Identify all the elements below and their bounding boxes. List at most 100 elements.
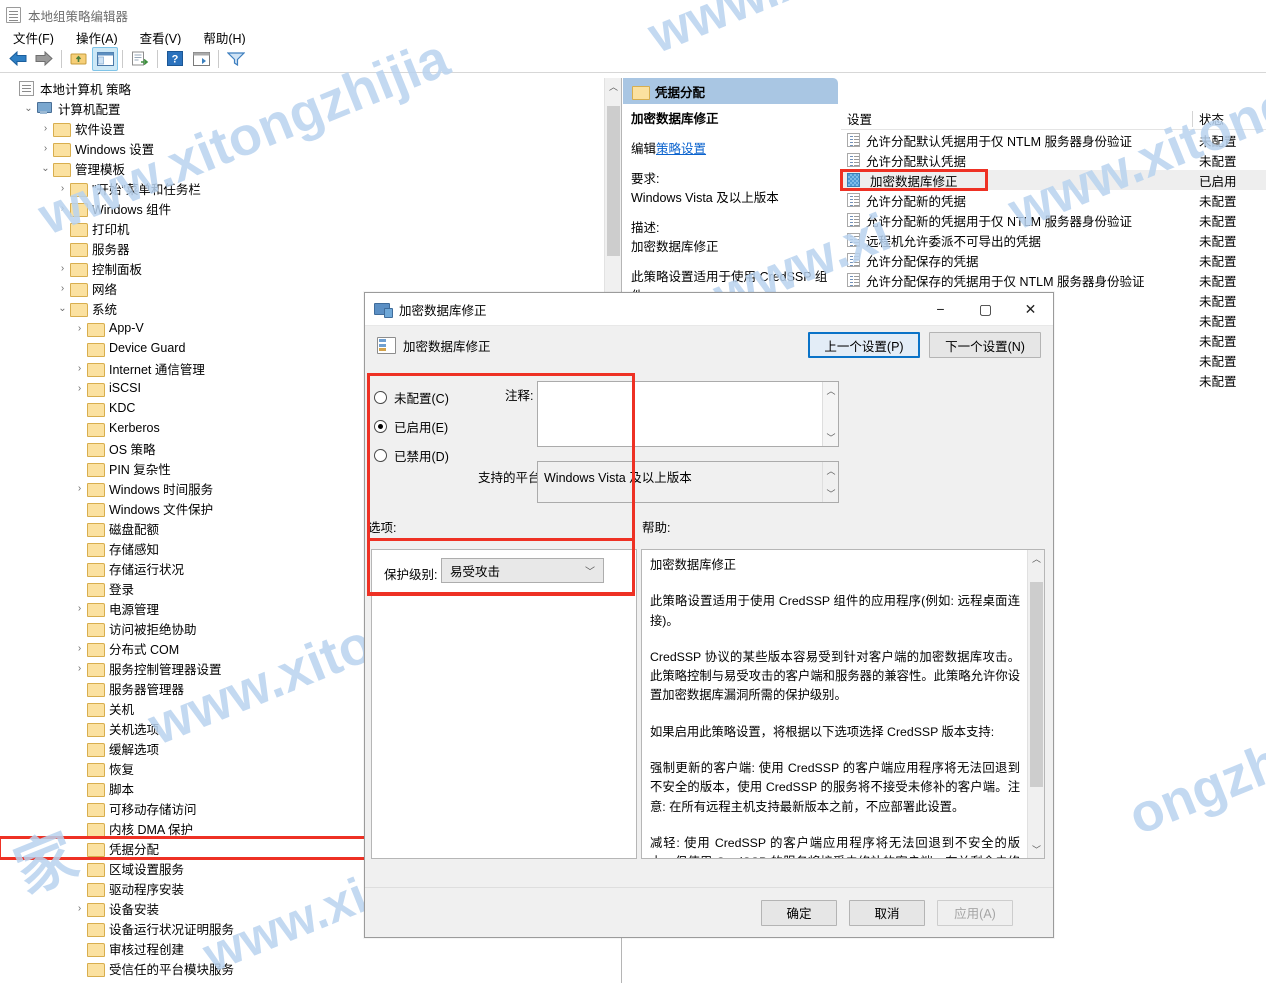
cell-setting: 允许分配默认凭据 — [841, 151, 1193, 170]
maximize-button[interactable]: ▢ — [963, 293, 1008, 326]
table-row[interactable]: 允许分配默认凭据 未配置 — [841, 150, 1266, 170]
export-list-icon[interactable] — [127, 47, 153, 71]
filter-icon[interactable] — [223, 47, 249, 71]
radio-disabled[interactable]: 已禁用(D) — [374, 441, 482, 470]
close-button[interactable]: ✕ — [1008, 293, 1053, 326]
up-folder-icon[interactable] — [66, 47, 92, 71]
tree-item-label: 可移动存储访问 — [109, 802, 197, 817]
chevron-right-icon[interactable]: › — [72, 483, 87, 494]
ok-button[interactable]: 确定 — [761, 899, 837, 926]
chevron-right-icon[interactable]: › — [55, 203, 70, 214]
scroll-down-icon[interactable]: ﹀ — [823, 429, 839, 446]
policy-setting-link[interactable]: 策略设置 — [656, 142, 706, 156]
chevron-right-icon[interactable]: › — [72, 903, 87, 914]
chevron-right-icon[interactable]: › — [72, 603, 87, 614]
back-icon[interactable] — [5, 47, 31, 71]
tree-item-9[interactable]: › 控制面板 — [0, 258, 621, 278]
radio-enabled-indicator[interactable] — [374, 420, 387, 433]
scroll-up-icon[interactable]: ︿ — [605, 78, 621, 95]
tree-item-0[interactable]: 本地计算机 策略 — [0, 78, 621, 98]
dialog-title-bar: 加密数据库修正 − ▢ ✕ — [365, 293, 1053, 326]
tree-item-label: 服务控制管理器设置 — [109, 662, 222, 677]
column-header-state[interactable]: 状态 — [1193, 109, 1263, 128]
tree-item-label: 控制面板 — [92, 262, 143, 277]
toolbar-separator — [122, 49, 123, 68]
radio-disabled-indicator[interactable] — [374, 449, 387, 462]
previous-setting-button[interactable]: 上一个设置(P) — [808, 332, 920, 358]
folder-icon — [87, 622, 105, 637]
tree-item-label: 磁盘配额 — [109, 522, 160, 537]
table-row[interactable]: 允许分配保存的凭据 未配置 — [841, 250, 1266, 270]
chevron-right-icon[interactable]: › — [38, 123, 53, 134]
radio-enabled[interactable]: 已启用(E) — [374, 412, 482, 441]
tree-item-2[interactable]: › 软件设置 — [0, 118, 621, 138]
chevron-right-icon[interactable]: › — [72, 363, 87, 374]
chevron-down-icon[interactable]: ⌄ — [21, 103, 36, 114]
help-panel[interactable]: 加密数据库修正 此策略设置适用于使用 CredSSP 组件的应用程序(例如: 远程… — [641, 549, 1045, 859]
cancel-button[interactable]: 取消 — [849, 899, 925, 926]
policy-state-radio-group[interactable]: 未配置(C) 已启用(E) 已禁用(D) — [374, 383, 482, 470]
scroll-up-icon[interactable]: ︿ — [823, 382, 839, 399]
scroll-down-icon[interactable]: ﹀ — [823, 485, 839, 502]
platform-scrollbar[interactable]: ︿ ﹀ — [822, 462, 838, 502]
radio-not-configured-label: 未配置(C) — [394, 392, 449, 406]
tree-scroll-thumb[interactable] — [607, 106, 620, 256]
help-scrollbar[interactable]: ︿ ﹀ — [1027, 550, 1044, 858]
chevron-right-icon[interactable]: › — [72, 383, 87, 394]
folder-icon — [87, 342, 105, 357]
chevron-right-icon[interactable]: › — [55, 283, 70, 294]
tab-credential-delegation[interactable]: 凭据分配 — [623, 78, 838, 104]
table-row[interactable]: 允许分配保存的凭据用于仅 NTLM 服务器身份验证 未配置 — [841, 270, 1266, 290]
radio-not-configured[interactable]: 未配置(C) — [374, 383, 482, 412]
table-row[interactable]: 允许分配默认凭据用于仅 NTLM 服务器身份验证 未配置 — [841, 130, 1266, 150]
folder-icon — [87, 702, 105, 717]
properties-icon[interactable] — [188, 47, 214, 71]
comment-scrollbar[interactable]: ︿ ﹀ — [822, 382, 838, 446]
tree-item-7[interactable]: 打印机 — [0, 218, 621, 238]
help-icon[interactable]: ? — [162, 47, 188, 71]
next-setting-button[interactable]: 下一个设置(N) — [929, 332, 1041, 358]
protection-level-select[interactable]: 易受攻击 ﹀ — [441, 558, 604, 583]
chevron-down-icon[interactable]: ⌄ — [38, 163, 53, 174]
minimize-button[interactable]: − — [918, 293, 963, 326]
chevron-down-icon[interactable]: ﹀ — [585, 563, 595, 578]
table-row[interactable]: 允许分配新的凭据用于仅 NTLM 服务器身份验证 未配置 — [841, 210, 1266, 230]
forward-icon[interactable] — [31, 47, 57, 71]
cell-setting-label: 允许分配新的凭据 — [866, 194, 967, 209]
cell-state: 未配置 — [1199, 194, 1237, 209]
tree-item-1[interactable]: ⌄ 计算机配置 — [0, 98, 621, 118]
chevron-right-icon[interactable]: › — [72, 323, 87, 334]
tree-item-44[interactable]: 受信任的平台模块服务 — [0, 958, 621, 978]
table-row[interactable]: 加密数据库修正 已启用 — [840, 168, 1266, 191]
chevron-right-icon[interactable]: › — [38, 143, 53, 154]
chevron-right-icon[interactable]: › — [55, 183, 70, 194]
table-row[interactable]: 远程机允许委派不可导出的凭据 未配置 — [841, 230, 1266, 250]
folder-icon — [70, 202, 88, 217]
tree-item-43[interactable]: 审核过程创建 — [0, 938, 621, 958]
help-scroll-thumb[interactable] — [1030, 582, 1043, 787]
policy-edit-dialog[interactable]: 加密数据库修正 − ▢ ✕ 加密数据库修正 上一个设置(P) 下一个设置(N) … — [364, 292, 1054, 938]
chevron-right-icon[interactable]: › — [72, 663, 87, 674]
scroll-up-icon[interactable]: ︿ — [1028, 550, 1044, 567]
column-header-setting[interactable]: 设置 — [841, 109, 1193, 128]
tree-item-8[interactable]: 服务器 — [0, 238, 621, 258]
comment-textarea[interactable]: ︿ ﹀ — [537, 381, 839, 447]
tree-item-6[interactable]: › Windows 组件 — [0, 198, 621, 218]
tree-item-4[interactable]: ⌄ 管理模板 — [0, 158, 621, 178]
scroll-down-icon[interactable]: ﹀ — [1028, 841, 1044, 858]
chevron-right-icon[interactable]: › — [55, 263, 70, 274]
policy-setting-icon — [377, 337, 396, 354]
table-row[interactable]: 允许分配新的凭据 未配置 — [841, 190, 1266, 210]
platform-label: 支持的平台: — [478, 471, 544, 485]
show-hide-tree-icon[interactable] — [92, 46, 118, 71]
scroll-up-icon[interactable]: ︿ — [823, 462, 839, 479]
radio-not-configured-indicator[interactable] — [374, 391, 387, 404]
chevron-down-icon[interactable]: ⌄ — [55, 303, 70, 314]
chevron-right-icon[interactable]: › — [72, 643, 87, 654]
tree-item-5[interactable]: › "开始"菜单和任务栏 — [0, 178, 621, 198]
tree-item-label: PIN 复杂性 — [109, 462, 171, 477]
tree-item-label: 内核 DMA 保护 — [109, 822, 194, 837]
tree-item-3[interactable]: › Windows 设置 — [0, 138, 621, 158]
options-panel: 保护级别: 易受攻击 ﹀ — [371, 549, 637, 859]
policy-icon — [847, 233, 860, 247]
